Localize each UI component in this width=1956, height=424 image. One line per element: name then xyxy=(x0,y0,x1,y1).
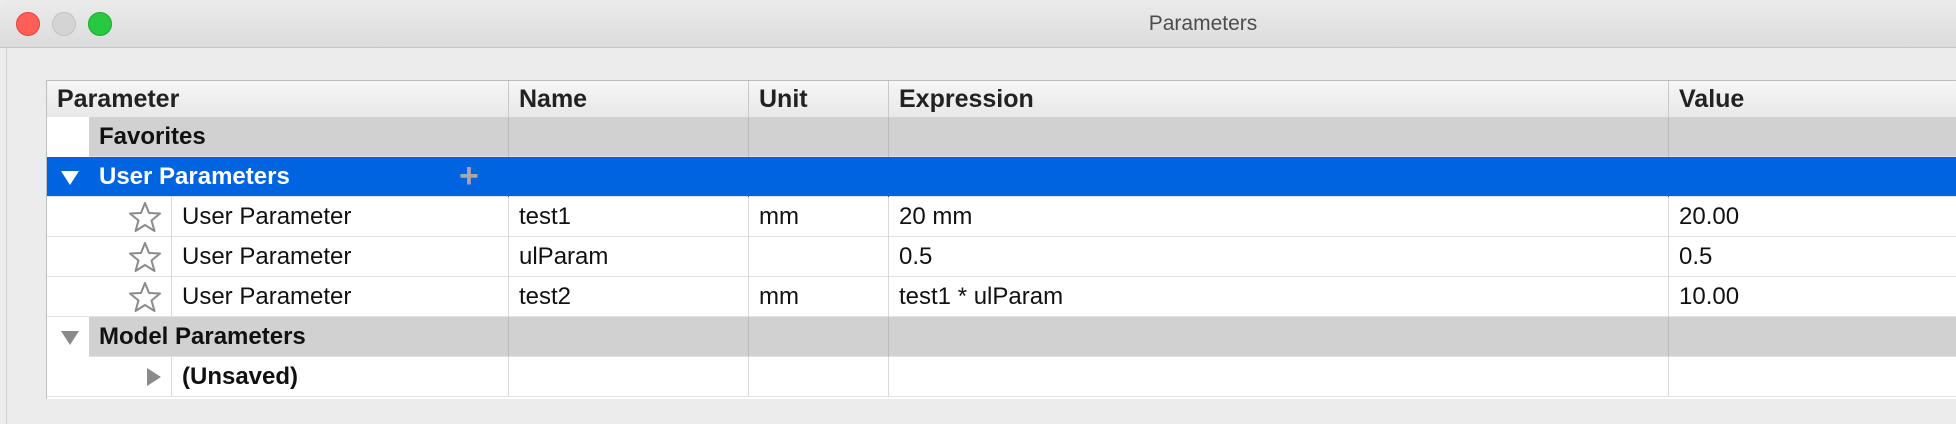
group-row-favorites[interactable]: Favorites xyxy=(47,117,1956,157)
row-gutter xyxy=(47,317,89,357)
name-cell xyxy=(508,117,748,157)
group-label-favorites: Favorites xyxy=(99,123,206,150)
table-header: Parameter Name Unit Expression Value xyxy=(47,81,1956,118)
value-cell: 20.00 xyxy=(1668,197,1956,237)
group-row-user-parameters[interactable]: User Parameters + xyxy=(47,157,1956,197)
table-row[interactable]: User Parameter ulParam 0.5 0.5 xyxy=(47,237,1956,277)
expression-cell[interactable]: 0.5 xyxy=(888,237,1668,277)
unit-cell xyxy=(748,357,888,397)
unit-cell xyxy=(748,117,888,157)
component-label-unsaved: (Unsaved) xyxy=(171,357,508,397)
unit-cell[interactable]: mm xyxy=(748,197,888,237)
group-row-model-parameters[interactable]: Model Parameters xyxy=(47,317,1956,357)
row-gutter xyxy=(47,117,89,157)
value-cell: 10.00 xyxy=(1668,277,1956,317)
group-label-model-parameters: Model Parameters xyxy=(99,323,306,350)
column-header-value[interactable]: Value xyxy=(1668,81,1956,117)
disclosure-collapsed-icon[interactable] xyxy=(147,368,161,386)
column-header-name[interactable]: Name xyxy=(508,81,748,117)
star-outline-icon[interactable] xyxy=(129,281,161,313)
star-outline-icon[interactable] xyxy=(129,241,161,273)
expression-cell xyxy=(888,117,1668,157)
value-cell xyxy=(1668,357,1956,397)
name-cell[interactable]: ulParam xyxy=(508,237,748,277)
expression-cell xyxy=(888,157,1668,197)
column-header-unit[interactable]: Unit xyxy=(748,81,888,117)
title-bar: Parameters xyxy=(0,0,1956,48)
value-cell xyxy=(1668,157,1956,197)
name-cell xyxy=(508,317,748,357)
plus-icon[interactable]: + xyxy=(459,157,479,197)
unit-cell xyxy=(748,157,888,197)
window-title: Parameters xyxy=(1148,12,1258,35)
column-header-parameter[interactable]: Parameter xyxy=(47,81,508,117)
star-outline-icon[interactable] xyxy=(129,201,161,233)
expression-cell xyxy=(888,317,1668,357)
expression-cell[interactable]: test1 * ulParam xyxy=(888,277,1668,317)
unit-cell[interactable] xyxy=(748,237,888,277)
column-header-expression[interactable]: Expression xyxy=(888,81,1668,117)
unit-cell[interactable]: mm xyxy=(748,277,888,317)
disclosure-expanded-icon[interactable] xyxy=(61,331,79,345)
parameter-cell: User Parameter xyxy=(171,197,508,237)
parameters-table: Parameter Name Unit Expression Value Fav… xyxy=(46,80,1956,399)
value-cell xyxy=(1668,317,1956,357)
name-cell[interactable]: test1 xyxy=(508,197,748,237)
parameters-window: Parameters Parameter Name Unit Expressio… xyxy=(0,0,1956,424)
name-cell xyxy=(508,357,748,397)
group-label-user-parameters: User Parameters xyxy=(99,163,290,190)
expression-cell[interactable]: 20 mm xyxy=(888,197,1668,237)
name-cell[interactable]: test2 xyxy=(508,277,748,317)
value-cell: 0.5 xyxy=(1668,237,1956,277)
table-row[interactable]: User Parameter test2 mm test1 * ulParam … xyxy=(47,277,1956,317)
parameter-cell: User Parameter xyxy=(171,237,508,277)
name-cell xyxy=(508,157,748,197)
table-row[interactable]: User Parameter test1 mm 20 mm 20.00 xyxy=(47,197,1956,237)
disclosure-expanded-icon[interactable] xyxy=(61,171,79,185)
unit-cell xyxy=(748,317,888,357)
value-cell xyxy=(1668,117,1956,157)
parameter-cell: User Parameter xyxy=(171,277,508,317)
expression-cell xyxy=(888,357,1668,397)
component-row-unsaved[interactable]: (Unsaved) xyxy=(47,357,1956,397)
